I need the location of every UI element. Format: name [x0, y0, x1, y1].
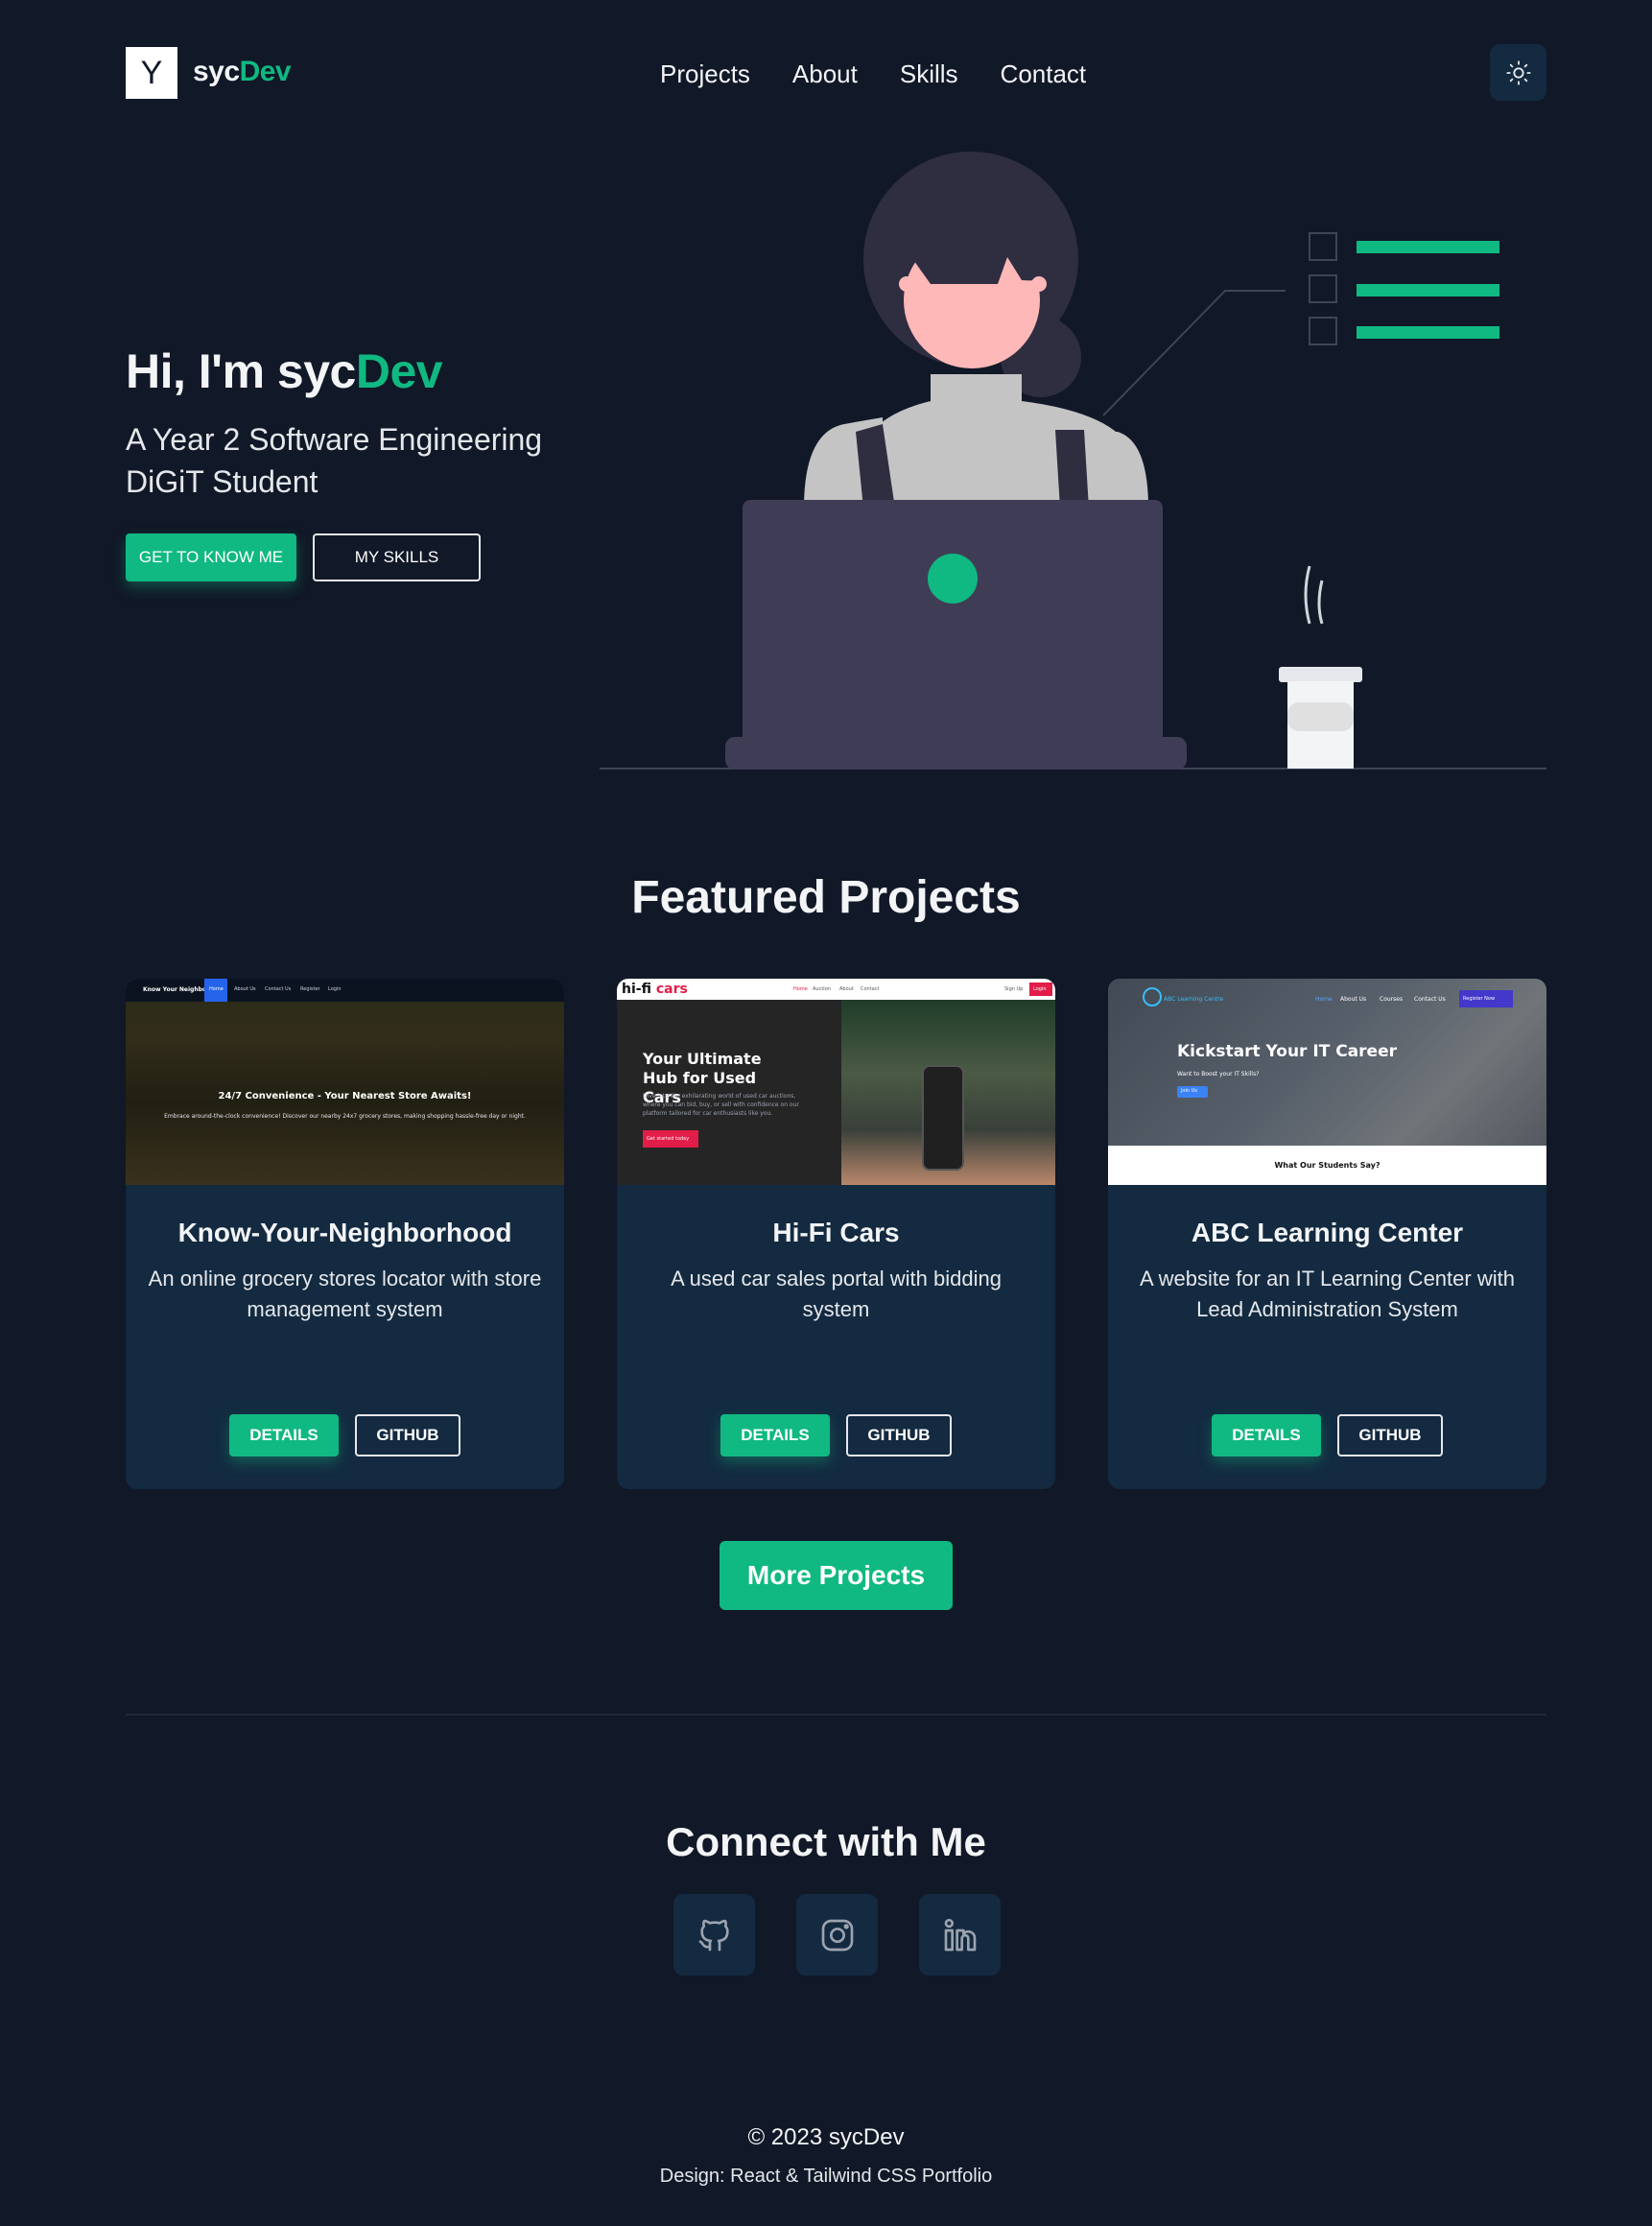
copyright: © 2023 sycDev	[747, 2124, 905, 2150]
shot-sub: Want to Boost your IT Skills?	[1177, 1071, 1260, 1077]
project-title: ABC Learning Center	[1191, 1218, 1464, 1247]
logo-letter: Y	[140, 54, 163, 91]
shot-brand: ABC Learning Centre	[1164, 996, 1224, 1003]
project-description: A website for an IT Learning Center with…	[1140, 1267, 1515, 1321]
github-icon	[698, 1919, 729, 1951]
get-to-know-me-button[interactable]: GET TO KNOW ME	[126, 533, 296, 581]
nav-contact[interactable]: Contact	[1001, 59, 1087, 89]
shot-nav-item: Contact Us	[1414, 996, 1446, 1003]
linkedin-icon	[944, 1918, 976, 1951]
logo[interactable]: Y	[126, 47, 177, 99]
shot-nav-item: Login	[328, 986, 342, 992]
shot-nav-item: About Us	[1340, 996, 1367, 1003]
github-button[interactable]: GITHUB	[846, 1414, 952, 1456]
project-screenshot[interactable]: hi-fi cars Home Auction About Contact Si…	[617, 979, 1055, 1185]
details-button[interactable]: DETAILS	[229, 1414, 339, 1456]
project-title: Hi-Fi Cars	[772, 1218, 900, 1247]
project-description: A used car sales portal with bidding sys…	[671, 1267, 1002, 1321]
shot-headline: 24/7 Convenience - Your Nearest Store Aw…	[218, 1091, 472, 1101]
shot-footer: What Our Students Say?	[1274, 1161, 1381, 1170]
project-description: An online grocery stores locator with st…	[148, 1267, 542, 1321]
brand-accent: Dev	[239, 56, 292, 87]
details-button[interactable]: DETAILS	[720, 1414, 830, 1456]
shot-cta: Get started today	[647, 1136, 690, 1142]
shot-nav-item: About	[839, 986, 854, 992]
more-projects-button[interactable]: More Projects	[720, 1541, 953, 1610]
linkedin-link[interactable]	[919, 1894, 1001, 1976]
hero-subtitle: A Year 2 Software Engineering DiGiT Stud…	[126, 422, 543, 499]
brand-prefix: syc	[193, 56, 240, 87]
nav-skills[interactable]: Skills	[900, 59, 958, 89]
connect-title: Connect with Me	[666, 1819, 986, 1864]
shot-signup: Sign Up	[1004, 986, 1024, 992]
shot-cta: Join Us	[1181, 1088, 1197, 1094]
design-credit: Design: React & Tailwind CSS Portfolio	[659, 2166, 993, 2187]
shot-nav-item: Register	[300, 986, 320, 992]
section-divider	[126, 1714, 1546, 1716]
project-card-2: hi-fi cars Home Auction About Contact Si…	[617, 979, 1055, 1489]
shot-register: Register Now	[1463, 996, 1496, 1002]
hero-title: Hi, I'm sycDev	[126, 343, 443, 399]
project-card-1: Know Your Neighborhood Home About Us Con…	[126, 979, 564, 1489]
shot-nav-item: Contact Us	[265, 986, 292, 992]
shot-nav-item: Contact	[861, 986, 880, 992]
main-nav: Projects About Skills Contact	[660, 59, 1086, 89]
nav-projects[interactable]: Projects	[660, 59, 750, 89]
shot-brand-b: cars	[655, 982, 688, 997]
shot-nav-item: About Us	[234, 986, 256, 992]
github-button[interactable]: GITHUB	[355, 1414, 460, 1456]
my-skills-button[interactable]: MY SKILLS	[313, 533, 481, 581]
shot-sub: Dive into the exhilarating world of used…	[643, 1093, 799, 1117]
shot-headline: Kickstart Your IT Career	[1177, 1042, 1397, 1061]
shot-login: Login	[1033, 986, 1047, 992]
project-screenshot[interactable]: ABC Learning Centre Home About Us Course…	[1108, 979, 1546, 1185]
details-button[interactable]: DETAILS	[1212, 1414, 1321, 1456]
sun-icon	[1505, 59, 1531, 85]
hero-title-accent: Dev	[355, 344, 443, 398]
shot-nav-item: Home	[1315, 996, 1333, 1003]
brand-name[interactable]: sycDev	[193, 56, 292, 88]
hero-title-prefix: Hi, I'm syc	[126, 344, 356, 398]
instagram-link[interactable]	[796, 1894, 878, 1976]
github-link[interactable]	[673, 1894, 755, 1976]
shot-nav-item: Auction	[813, 986, 831, 992]
theme-toggle-button[interactable]	[1490, 44, 1546, 101]
shot-nav-item: Home	[793, 986, 808, 992]
nav-about[interactable]: About	[792, 59, 858, 89]
shot-sub: Embrace around-the-clock convenience! Di…	[164, 1113, 526, 1120]
project-screenshot[interactable]: Know Your Neighborhood Home About Us Con…	[126, 979, 564, 1185]
github-button[interactable]: GITHUB	[1337, 1414, 1443, 1456]
project-card-3: ABC Learning Centre Home About Us Course…	[1108, 979, 1546, 1489]
shot-brand-a: hi-fi	[622, 982, 651, 997]
instagram-icon	[821, 1919, 853, 1951]
featured-title: Featured Projects	[631, 872, 1021, 923]
shot-nav-item: Courses	[1380, 996, 1404, 1003]
shot-nav-item: Home	[209, 986, 224, 992]
project-title: Know-Your-Neighborhood	[177, 1218, 512, 1247]
developer-illustration	[600, 152, 1546, 770]
